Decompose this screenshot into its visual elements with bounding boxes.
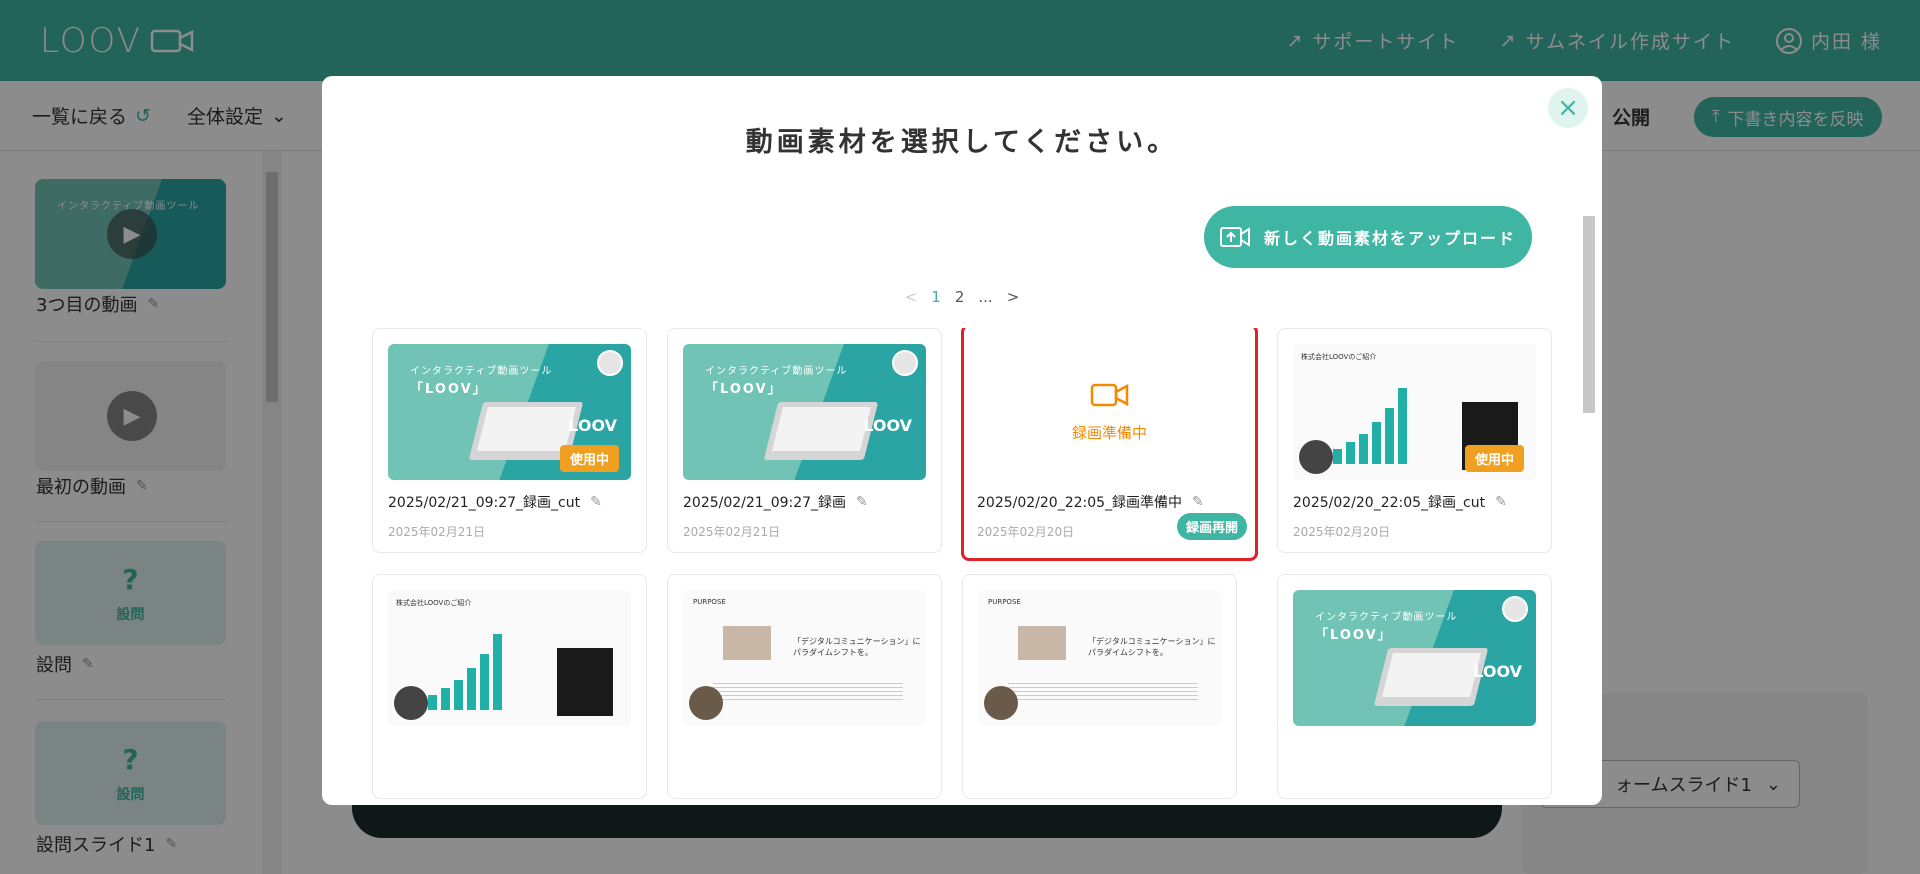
video-date: 2025年02月21日 bbox=[683, 525, 781, 539]
page-2-button[interactable]: 2 bbox=[955, 288, 965, 306]
video-camera-icon bbox=[1090, 383, 1128, 406]
recording-status: 録画準備中 bbox=[1071, 423, 1147, 442]
pencil-icon[interactable]: ✎ bbox=[590, 494, 602, 510]
video-card[interactable]: PURPOSE 「デジタルコミュニケーション」にパラダイムシフトを。 bbox=[962, 574, 1237, 799]
video-card[interactable]: 株式会社LOOVのご紹介 使用中 2025/02/20_22:05_録画_cut… bbox=[1277, 328, 1552, 553]
bar-graphic bbox=[1333, 384, 1423, 464]
in-use-badge: 使用中 bbox=[1464, 445, 1524, 472]
video-date: 2025年02月20日 bbox=[1293, 525, 1391, 539]
video-select-modal: 動画素材を選択してください。 × 新しく動画素材をアップロード < 1 2 ..… bbox=[322, 76, 1602, 805]
presenter-avatar bbox=[1299, 440, 1333, 474]
scrollbar-thumb bbox=[1583, 216, 1595, 413]
pencil-icon[interactable]: ✎ bbox=[1192, 494, 1204, 510]
recording-placeholder: 録画準備中 bbox=[977, 344, 1242, 480]
video-upload-icon bbox=[1219, 227, 1250, 247]
presenter-avatar bbox=[597, 350, 623, 376]
page-1-button[interactable]: 1 bbox=[931, 288, 941, 306]
team-photo bbox=[1018, 626, 1066, 660]
video-thumbnail: PURPOSE 「デジタルコミュニケーション」にパラダイムシフトを。 bbox=[978, 590, 1221, 726]
video-card[interactable]: インタラクティブ動画ツール 「LOOV」 LOOV 使用中 2025/02/21… bbox=[372, 328, 647, 553]
in-use-badge: 使用中 bbox=[559, 445, 619, 472]
video-date: 2025年02月21日 bbox=[388, 525, 486, 539]
video-thumbnail: インタラクティブ動画ツール 「LOOV」 LOOV bbox=[1293, 590, 1536, 726]
pencil-icon[interactable]: ✎ bbox=[856, 494, 868, 510]
bar-graphic bbox=[428, 630, 518, 710]
prev-page-button[interactable]: < bbox=[905, 288, 918, 306]
video-thumbnail: 株式会社LOOVのご紹介 使用中 bbox=[1293, 344, 1536, 480]
presenter-avatar bbox=[984, 686, 1018, 720]
book-image bbox=[557, 648, 613, 716]
next-page-button[interactable]: > bbox=[1007, 288, 1020, 306]
presenter-avatar bbox=[689, 686, 723, 720]
resume-recording-button[interactable]: 録画再開 bbox=[1176, 513, 1247, 540]
video-date: 2025年02月20日 bbox=[977, 525, 1075, 539]
video-card[interactable]: インタラクティブ動画ツール 「LOOV」 LOOV bbox=[1277, 574, 1552, 799]
page-ellipsis: ... bbox=[978, 288, 993, 306]
laptop-image bbox=[763, 402, 879, 460]
video-thumbnail: インタラクティブ動画ツール 「LOOV」 LOOV 使用中 bbox=[388, 344, 631, 480]
video-title: 2025/02/21_09:27_録画_cut ✎ bbox=[388, 494, 602, 511]
presenter-avatar bbox=[1502, 596, 1528, 622]
video-thumbnail: インタラクティブ動画ツール 「LOOV」 LOOV bbox=[683, 344, 926, 480]
video-grid: インタラクティブ動画ツール 「LOOV」 LOOV 使用中 2025/02/21… bbox=[372, 328, 1552, 805]
video-card[interactable]: PURPOSE 「デジタルコミュニケーション」にパラダイムシフトを。 bbox=[667, 574, 942, 799]
video-title: 2025/02/21_09:27_録画 ✎ bbox=[683, 494, 868, 511]
pencil-icon[interactable]: ✎ bbox=[1495, 494, 1507, 510]
presenter-avatar bbox=[394, 686, 428, 720]
team-photo bbox=[723, 626, 771, 660]
video-card[interactable]: 株式会社LOOVのご紹介 bbox=[372, 574, 647, 799]
video-card-selected[interactable]: 録画準備中 2025/02/20_22:05_録画準備中 ✎ 2025年02月2… bbox=[961, 328, 1258, 561]
video-thumbnail: PURPOSE 「デジタルコミュニケーション」にパラダイムシフトを。 bbox=[683, 590, 926, 726]
video-thumbnail: 株式会社LOOVのご紹介 bbox=[388, 590, 631, 726]
upload-video-button[interactable]: 新しく動画素材をアップロード bbox=[1204, 206, 1532, 268]
modal-title: 動画素材を選択してください。 bbox=[745, 127, 1179, 158]
pagination: < 1 2 ... > bbox=[322, 288, 1602, 306]
video-card[interactable]: インタラクティブ動画ツール 「LOOV」 LOOV 2025/02/21_09:… bbox=[667, 328, 942, 553]
laptop-image bbox=[1373, 648, 1489, 706]
modal-scrollbar[interactable] bbox=[1580, 198, 1598, 746]
video-title: 2025/02/20_22:05_録画_cut ✎ bbox=[1293, 494, 1507, 511]
presenter-avatar bbox=[892, 350, 918, 376]
text-lines bbox=[1008, 680, 1198, 702]
text-lines bbox=[713, 680, 903, 702]
close-icon: × bbox=[1557, 93, 1579, 123]
video-title: 2025/02/20_22:05_録画準備中 ✎ bbox=[977, 494, 1204, 511]
close-button[interactable]: × bbox=[1548, 88, 1588, 128]
